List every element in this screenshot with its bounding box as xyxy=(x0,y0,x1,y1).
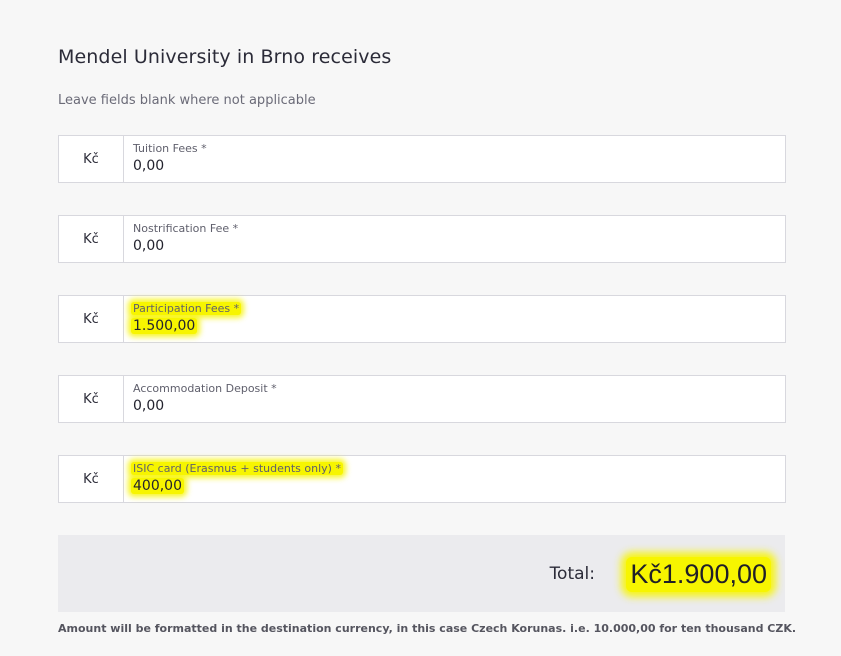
currency-prefix: Kč xyxy=(59,216,124,262)
tuition-fees-field[interactable]: Kč Tuition Fees * 0,00 xyxy=(58,135,786,183)
participation-fees-value[interactable]: 1.500,00 xyxy=(131,318,198,334)
page-title: Mendel University in Brno receives xyxy=(58,46,392,68)
isic-card-field[interactable]: Kč ISIC card (Erasmus + students only) *… xyxy=(58,455,786,503)
isic-card-value[interactable]: 400,00 xyxy=(131,478,184,494)
accommodation-deposit-input[interactable]: Accommodation Deposit * 0,00 xyxy=(124,376,785,422)
tuition-fees-input[interactable]: Tuition Fees * 0,00 xyxy=(124,136,785,182)
accommodation-deposit-label: Accommodation Deposit * xyxy=(133,382,277,395)
tuition-fees-label: Tuition Fees * xyxy=(133,142,207,155)
currency-footnote: Amount will be formatted in the destinat… xyxy=(58,622,797,635)
participation-fees-field[interactable]: Kč Participation Fees * 1.500,00 xyxy=(58,295,786,343)
nostrification-fee-input[interactable]: Nostrification Fee * 0,00 xyxy=(124,216,785,262)
currency-prefix: Kč xyxy=(59,136,124,182)
participation-fees-input[interactable]: Participation Fees * 1.500,00 xyxy=(124,296,785,342)
isic-card-input[interactable]: ISIC card (Erasmus + students only) * 40… xyxy=(124,456,785,502)
currency-prefix: Kč xyxy=(59,296,124,342)
total-label: Total: xyxy=(549,564,595,584)
page-subtitle: Leave fields blank where not applicable xyxy=(58,93,316,108)
nostrification-fee-label: Nostrification Fee * xyxy=(133,222,239,235)
total-value: Kč1.900,00 xyxy=(626,557,771,592)
isic-card-label: ISIC card (Erasmus + students only) * xyxy=(131,462,343,475)
accommodation-deposit-field[interactable]: Kč Accommodation Deposit * 0,00 xyxy=(58,375,786,423)
currency-prefix: Kč xyxy=(59,456,124,502)
tuition-fees-value[interactable]: 0,00 xyxy=(133,158,164,174)
currency-prefix: Kč xyxy=(59,376,124,422)
payment-form-page: Mendel University in Brno receives Leave… xyxy=(0,0,841,656)
nostrification-fee-field[interactable]: Kč Nostrification Fee * 0,00 xyxy=(58,215,786,263)
accommodation-deposit-value[interactable]: 0,00 xyxy=(133,398,164,414)
participation-fees-label: Participation Fees * xyxy=(131,302,242,315)
total-summary: Total: Kč1.900,00 xyxy=(58,535,785,612)
nostrification-fee-value[interactable]: 0,00 xyxy=(133,238,164,254)
